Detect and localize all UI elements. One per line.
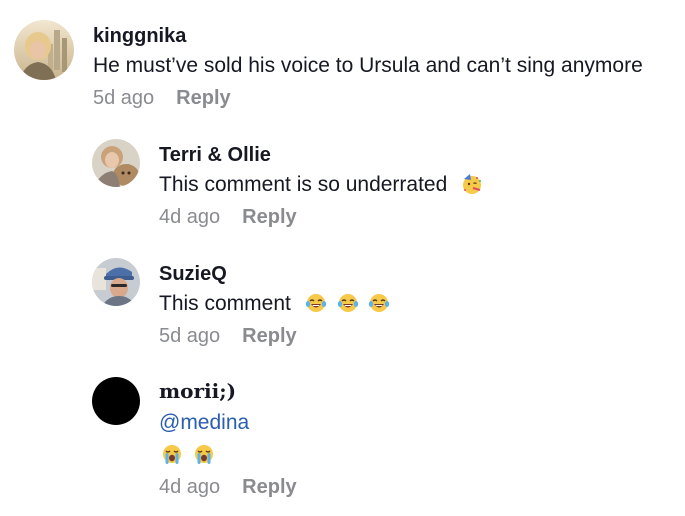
comment-timestamp: 5d ago	[159, 325, 221, 347]
loudly-crying-emoji-icon	[193, 443, 215, 465]
comment-meta: 5d ago Reply	[93, 85, 643, 111]
comment-item: Terri & Ollie This comment is so underra…	[0, 120, 685, 240]
reply-button[interactable]: Reply	[242, 476, 296, 498]
comment-item: SuzieQ This comment 5d ago Reply	[0, 239, 685, 359]
comment-username[interactable]: SuzieQ	[159, 262, 390, 286]
comment-meta: 4d ago Reply	[159, 204, 483, 230]
comment-timestamp: 4d ago	[159, 476, 221, 498]
comment-text-line: This comment	[159, 290, 390, 318]
avatar[interactable]	[92, 377, 140, 425]
reply-button[interactable]: Reply	[242, 206, 296, 228]
comment-text-line: This comment is so underrated	[159, 171, 483, 199]
partying-face-emoji-icon	[461, 173, 483, 195]
comment-username[interactable]: morii;)	[159, 379, 297, 403]
avatar[interactable]	[92, 258, 140, 306]
avatar[interactable]	[92, 139, 140, 187]
profile-photo-icon	[14, 20, 74, 80]
comment-text: This comment	[159, 292, 291, 315]
comment-meta: 4d ago Reply	[159, 474, 297, 500]
tears-of-joy-emoji-icon	[337, 292, 359, 314]
tears-of-joy-emoji-icon	[305, 292, 327, 314]
comment-emoji-line	[159, 443, 297, 469]
comment-text: He must’ve sold his voice to Ursula and …	[93, 54, 643, 77]
comment-item: morii;) @medina 4d ago Reply	[0, 358, 685, 516]
comment-text: This comment is so underrated	[159, 173, 448, 196]
comment-meta: 5d ago Reply	[159, 323, 390, 349]
comment-username[interactable]: kinggnika	[93, 24, 643, 48]
avatar[interactable]	[14, 20, 74, 80]
comment-username[interactable]: Terri & Ollie	[159, 143, 483, 167]
loudly-crying-emoji-icon	[161, 443, 183, 465]
comment-timestamp: 4d ago	[159, 206, 221, 228]
tears-of-joy-emoji-icon	[368, 292, 390, 314]
profile-photo-icon	[92, 139, 140, 187]
reply-button[interactable]: Reply	[176, 87, 230, 109]
reply-button[interactable]: Reply	[242, 325, 296, 347]
mention-link[interactable]: @medina	[159, 409, 297, 437]
comment-timestamp: 5d ago	[93, 87, 155, 109]
profile-photo-icon	[92, 258, 140, 306]
comment-item: kinggnika He must’ve sold his voice to U…	[0, 0, 685, 120]
